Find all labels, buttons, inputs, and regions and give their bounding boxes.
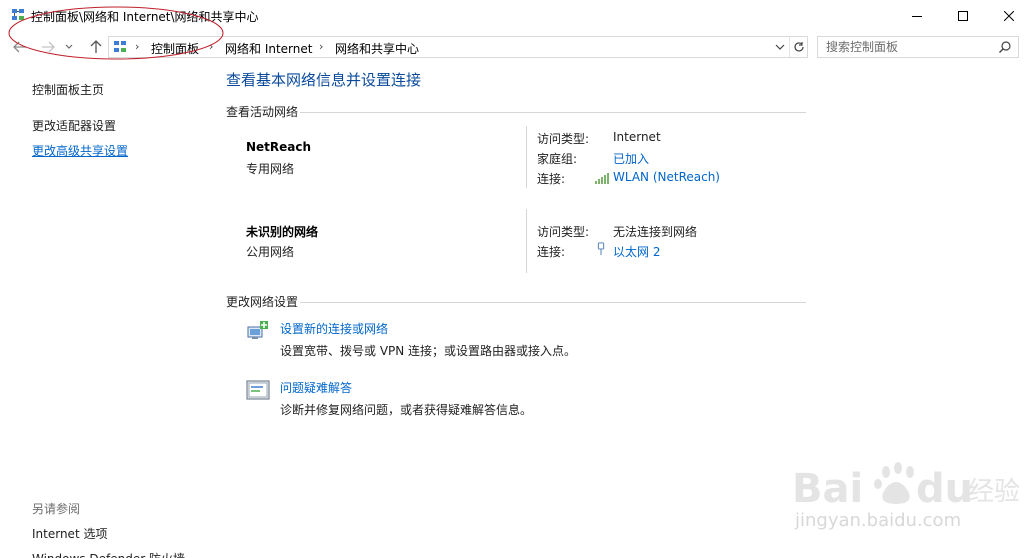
see-also-heading: 另请参阅 <box>32 502 81 516</box>
svg-text:Bai: Bai <box>792 466 863 512</box>
setup-new-connection-link[interactable]: 设置新的连接或网络 <box>280 320 388 337</box>
wlan-connection-link[interactable]: WLAN (NetReach) <box>613 170 720 184</box>
search-box[interactable] <box>817 36 1019 58</box>
maximize-icon <box>958 11 968 21</box>
network-type: 专用网络 <box>246 162 295 176</box>
refresh-button[interactable] <box>789 37 807 57</box>
homegroup-label: 家庭组: <box>537 152 578 166</box>
refresh-icon <box>793 42 804 52</box>
wifi-signal-icon <box>595 173 609 184</box>
minimize-icon <box>912 16 922 17</box>
ethernet-connection-link[interactable]: 以太网 2 <box>613 243 660 260</box>
network-divider <box>526 209 527 273</box>
network-type: 公用网络 <box>246 245 295 259</box>
maximize-button[interactable] <box>940 0 986 32</box>
control-panel-home-link[interactable]: 控制面板主页 <box>32 81 104 98</box>
new-connection-icon <box>247 321 268 339</box>
close-button[interactable] <box>986 0 1032 32</box>
svg-text:du: du <box>916 466 973 512</box>
section-divider <box>300 302 806 303</box>
ethernet-icon <box>597 242 605 256</box>
access-type-value: Internet <box>613 130 661 144</box>
network-divider <box>526 126 527 188</box>
close-icon <box>1004 11 1014 21</box>
chevron-down-icon <box>775 44 785 50</box>
change-advanced-sharing-link[interactable]: 更改高级共享设置 <box>32 142 128 159</box>
watermark-url: jingyan.baidu.com <box>795 510 962 531</box>
homegroup-link[interactable]: 已加入 <box>613 150 649 167</box>
section-divider <box>300 112 806 113</box>
internet-options-link[interactable]: Internet 选项 <box>32 525 107 542</box>
access-type-label: 访问类型: <box>537 225 590 239</box>
address-dropdown-button[interactable] <box>771 37 789 57</box>
breadcrumb-network-internet[interactable]: 网络和 Internet <box>225 40 312 57</box>
minimize-button[interactable] <box>894 0 940 32</box>
network-name: NetReach <box>246 140 312 154</box>
troubleshoot-icon <box>246 380 270 400</box>
search-icon[interactable] <box>998 40 1012 54</box>
active-networks-heading: 查看活动网络 <box>226 105 299 119</box>
change-settings-heading: 更改网络设置 <box>226 295 299 309</box>
breadcrumb-separator[interactable]: › <box>319 40 323 53</box>
task-description: 诊断并修复网络问题，或者获得疑难解答信息。 <box>280 403 533 417</box>
page-title: 查看基本网络信息并设置连接 <box>226 71 422 89</box>
windows-defender-firewall-link[interactable]: Windows Defender 防火墙 <box>32 550 185 558</box>
breadcrumb-sharing-center[interactable]: 网络和共享中心 <box>335 40 419 57</box>
network-name: 未识别的网络 <box>246 225 319 239</box>
task-description: 设置宽带、拨号或 VPN 连接；或设置路由器或接入点。 <box>280 344 577 358</box>
troubleshoot-link[interactable]: 问题疑难解答 <box>280 379 352 396</box>
change-adapter-settings-link[interactable]: 更改适配器设置 <box>32 117 116 134</box>
highlight-ellipse-annotation <box>8 6 224 60</box>
search-input[interactable] <box>818 37 994 57</box>
svg-text:经验: 经验 <box>968 477 1020 507</box>
connection-label: 连接: <box>537 245 566 259</box>
connection-label: 连接: <box>537 172 566 186</box>
left-pane: 控制面板主页 更改适配器设置 更改高级共享设置 另请参阅 Internet 选项… <box>0 62 210 558</box>
access-type-label: 访问类型: <box>537 132 590 146</box>
access-type-value: 无法连接到网络 <box>613 225 698 239</box>
